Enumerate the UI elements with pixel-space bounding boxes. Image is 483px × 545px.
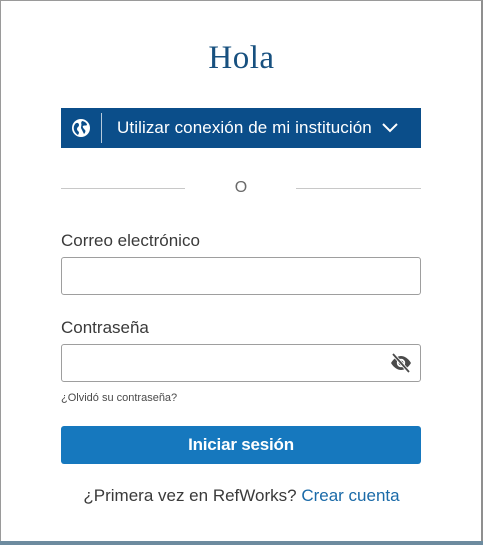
or-separator: O [61,179,421,199]
globe-icon [61,108,101,148]
page-title: Hola [208,40,275,76]
background-strip [0,541,483,545]
signup-prompt: ¿Primera vez en RefWorks? [83,486,297,505]
password-label: Contraseña [61,318,149,337]
sso-divider [101,113,102,143]
signup-row: ¿Primera vez en RefWorks? Crear cuenta [0,486,483,506]
institution-login-label: Utilizar conexión de mi institución [117,118,372,137]
institution-login-button[interactable]: Utilizar conexión de mi institución [61,108,421,148]
password-field[interactable] [61,344,421,382]
create-account-link[interactable]: Crear cuenta [301,486,399,505]
eye-off-icon[interactable] [387,350,415,376]
email-field[interactable] [61,257,421,295]
forgot-password-link[interactable]: ¿Olvidó su contraseña? [61,392,177,404]
separator-line-right [296,188,421,189]
email-label: Correo electrónico [61,231,200,250]
sign-in-button[interactable]: Iniciar sesión [61,426,421,464]
chevron-down-icon [382,123,398,133]
